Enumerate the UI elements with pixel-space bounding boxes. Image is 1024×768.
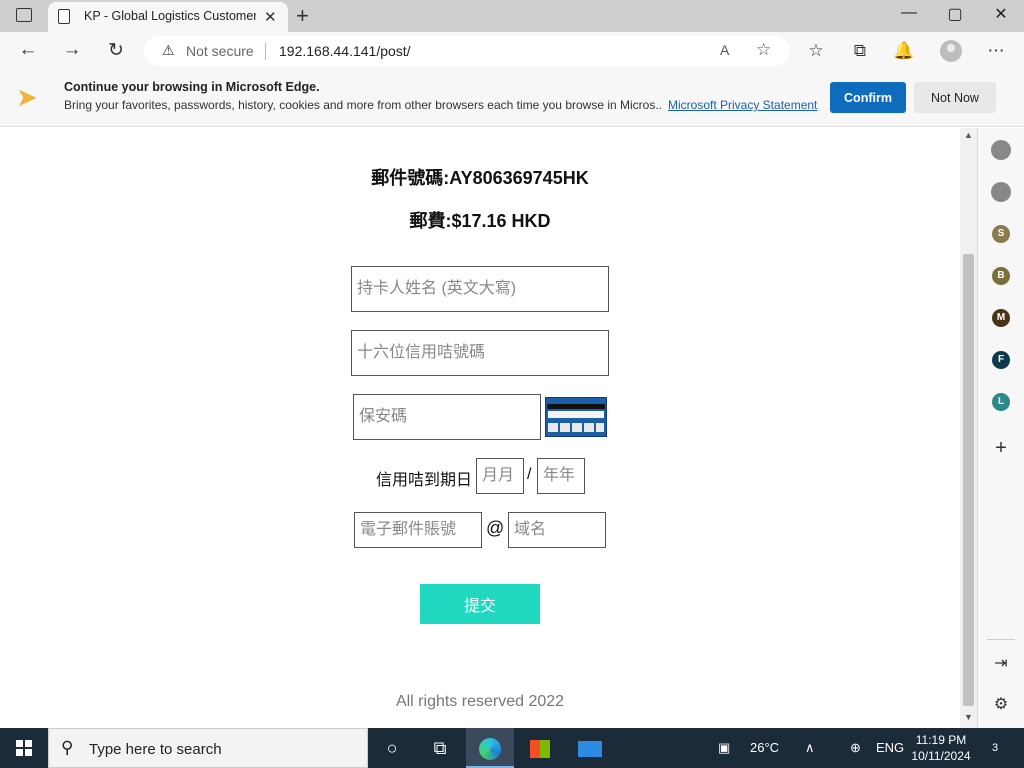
sidebar-app-icon[interactable] bbox=[991, 140, 1011, 160]
minimize-icon[interactable]: — bbox=[894, 4, 924, 22]
tracking-number: 郵件號碼:AY806369745HK bbox=[371, 168, 589, 188]
footer-text: All rights reserved 2022 bbox=[395, 693, 565, 710]
sidebar-app-icon[interactable] bbox=[991, 182, 1011, 202]
page-scrollbar[interactable]: ▲ ▼ bbox=[960, 128, 977, 728]
expiry-year-input[interactable] bbox=[537, 458, 585, 494]
address-bar[interactable]: ⚠ Not secure 192.168.44.141/post/ A ☆ bbox=[144, 36, 790, 66]
address-separator bbox=[265, 43, 266, 60]
scroll-thumb[interactable] bbox=[963, 254, 974, 706]
notification-count: 3 bbox=[991, 742, 999, 754]
search-icon: ⚲ bbox=[61, 738, 74, 757]
scroll-down-icon[interactable]: ▼ bbox=[964, 712, 973, 722]
expiry-month-input[interactable] bbox=[476, 458, 524, 494]
expiry-separator: / bbox=[527, 466, 532, 483]
at-sign: @ bbox=[486, 518, 505, 538]
clock-time: 11:19 PM bbox=[915, 733, 967, 747]
postage-fee: 郵費:$17.16 HKD bbox=[409, 211, 551, 231]
tray-chevron-icon[interactable]: ∧ bbox=[805, 740, 815, 756]
browser-tab[interactable]: KP - Global Logistics Customer d ✕ bbox=[48, 2, 288, 32]
cortana-icon[interactable]: ○ bbox=[368, 728, 416, 768]
banner-body: Bring your favorites, passwords, history… bbox=[64, 98, 662, 112]
privacy-statement-link[interactable]: Microsoft Privacy Statement bbox=[668, 98, 817, 112]
refresh-icon[interactable]: ↻ bbox=[104, 39, 128, 62]
email-account-input[interactable] bbox=[354, 512, 482, 548]
scroll-up-icon[interactable]: ▲ bbox=[964, 130, 973, 140]
import-banner: ➤ Continue your browsing in Microsoft Ed… bbox=[0, 70, 1024, 127]
cvv-input[interactable] bbox=[353, 394, 541, 440]
email-domain-input[interactable] bbox=[508, 512, 606, 548]
notifications-icon[interactable]: 🔔 bbox=[892, 41, 916, 61]
mail-icon[interactable] bbox=[566, 728, 614, 768]
new-tab-icon[interactable]: + bbox=[296, 3, 309, 29]
browser-toolbar: ← → ↻ ⚠ Not secure 192.168.44.141/post/ … bbox=[0, 32, 1024, 70]
taskbar-clock[interactable]: 11:19 PM 10/11/2024 bbox=[906, 732, 976, 764]
edge-sidebar: S B M F L + ⇥ ⚙ bbox=[977, 128, 1024, 728]
sidebar-app-s-icon[interactable]: S bbox=[992, 225, 1010, 243]
forward-icon[interactable]: → bbox=[60, 39, 84, 61]
add-favorite-icon[interactable]: ☆ bbox=[756, 40, 771, 60]
submit-button[interactable]: 提交 bbox=[420, 584, 540, 624]
taskbar-search[interactable]: ⚲ Type here to search bbox=[48, 728, 368, 768]
tab-actions-icon[interactable] bbox=[16, 8, 32, 22]
title-bar: KP - Global Logistics Customer d ✕ + — ▢… bbox=[0, 0, 1024, 32]
page-favicon-icon bbox=[58, 9, 70, 24]
banner-heading: Continue your browsing in Microsoft Edge… bbox=[64, 80, 320, 94]
network-icon[interactable]: ⊕ bbox=[850, 740, 861, 756]
collections-icon[interactable]: ⧉ bbox=[848, 41, 872, 61]
security-label[interactable]: Not secure bbox=[186, 43, 254, 59]
sidebar-settings-icon[interactable]: ⚙ bbox=[989, 694, 1013, 714]
favorites-icon[interactable]: ☆ bbox=[804, 41, 828, 61]
settings-more-icon[interactable]: ⋯ bbox=[984, 41, 1008, 61]
edge-taskbar-icon[interactable] bbox=[466, 728, 514, 768]
not-now-button[interactable]: Not Now bbox=[914, 82, 996, 113]
clock-date: 10/11/2024 bbox=[911, 749, 971, 763]
confirm-button[interactable]: Confirm bbox=[830, 82, 906, 113]
sidebar-add-icon[interactable]: + bbox=[989, 437, 1013, 460]
task-view-icon[interactable]: ⧉ bbox=[416, 728, 464, 768]
sidebar-app-l-icon[interactable]: L bbox=[992, 393, 1010, 411]
sidebar-collapse-icon[interactable]: ⇥ bbox=[989, 653, 1013, 673]
taskbar: ⚲ Type here to search ○ ⧉ ▣ 26°C ∧ ⊕ ENG… bbox=[0, 728, 1024, 768]
back-icon[interactable]: ← bbox=[16, 39, 40, 61]
page-content: 郵件號碼:AY806369745HK 郵費:$17.16 HKD 信用咭到期日 … bbox=[0, 128, 977, 728]
card-number-input[interactable] bbox=[351, 330, 609, 376]
tab-close-icon[interactable]: ✕ bbox=[264, 8, 277, 26]
close-window-icon[interactable]: ✕ bbox=[986, 4, 1016, 24]
sidebar-app-m-icon[interactable]: M bbox=[992, 309, 1010, 327]
restore-icon[interactable]: ▢ bbox=[940, 4, 970, 24]
read-aloud-icon[interactable]: A bbox=[720, 42, 729, 58]
sidebar-app-b-icon[interactable]: B bbox=[992, 267, 1010, 285]
sidebar-divider bbox=[987, 639, 1015, 640]
windows-start-icon[interactable] bbox=[16, 740, 32, 756]
warning-icon: ⚠ bbox=[162, 42, 175, 58]
language-indicator[interactable]: ENG bbox=[876, 740, 904, 755]
tab-title: KP - Global Logistics Customer d bbox=[84, 9, 256, 23]
notification-center-icon[interactable]: 3 bbox=[984, 738, 1006, 758]
profile-avatar[interactable] bbox=[940, 40, 962, 62]
expiry-label: 信用咭到期日 bbox=[376, 472, 473, 489]
weather-temp[interactable]: 26°C bbox=[750, 740, 779, 755]
paper-plane-icon: ➤ bbox=[16, 82, 38, 112]
store-icon[interactable] bbox=[516, 728, 564, 768]
taskbar-search-text: Type here to search bbox=[89, 741, 222, 758]
sidebar-app-f-icon[interactable]: F bbox=[992, 351, 1010, 369]
card-back-image bbox=[545, 397, 607, 437]
cardholder-name-input[interactable] bbox=[351, 266, 609, 312]
weather-icon[interactable]: ▣ bbox=[718, 740, 730, 756]
url-text[interactable]: 192.168.44.141/post/ bbox=[279, 43, 411, 59]
